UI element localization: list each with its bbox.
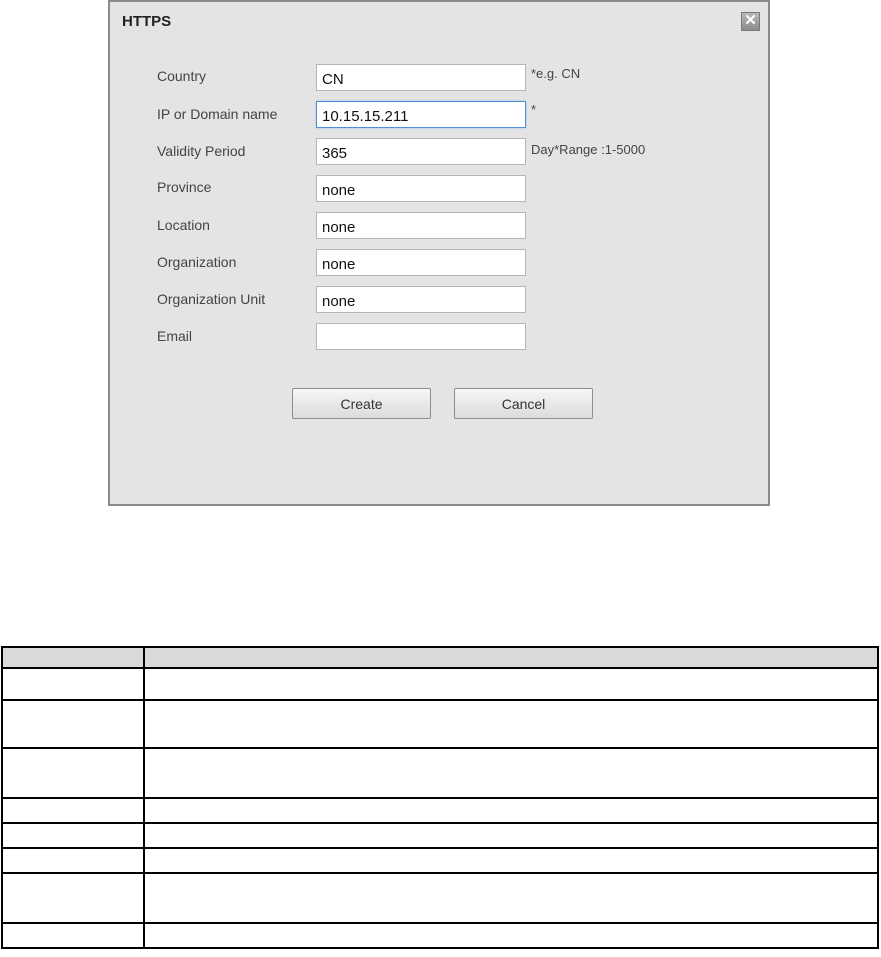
table-header-cell [1, 646, 145, 669]
table-cell [143, 797, 879, 824]
country-hint: *e.g. CN [531, 66, 581, 81]
organization-input[interactable] [316, 249, 526, 276]
table-cell [143, 699, 879, 749]
table-cell [1, 822, 145, 849]
table-row [1, 747, 879, 799]
table-cell [143, 667, 879, 701]
dialog-titlebar: HTTPS ✕ [110, 2, 768, 44]
country-input[interactable] [316, 64, 526, 91]
table-cell [143, 872, 879, 924]
close-button[interactable]: ✕ [741, 12, 760, 31]
province-label: Province [157, 179, 212, 195]
table-row [1, 667, 879, 701]
province-input[interactable] [316, 175, 526, 202]
table-cell [1, 747, 145, 799]
email-label: Email [157, 328, 193, 344]
table-row [1, 797, 879, 824]
email-input[interactable] [316, 323, 526, 350]
country-label: Country [157, 68, 207, 84]
table-cell [1, 667, 145, 701]
validity-period-hint: Day*Range :1-5000 [531, 142, 646, 157]
parameter-table [1, 646, 879, 949]
close-icon: ✕ [744, 12, 757, 29]
table-cell [143, 847, 879, 874]
https-dialog: HTTPS ✕ Country *e.g. CN IP or Domain na… [108, 0, 770, 506]
table-cell [143, 922, 879, 949]
table-row [1, 822, 879, 849]
table-row [1, 699, 879, 749]
table-row [1, 847, 879, 874]
organization-unit-input[interactable] [316, 286, 526, 313]
table-row [1, 922, 879, 949]
organization-unit-label: Organization Unit [157, 291, 266, 307]
dialog-title: HTTPS [122, 13, 172, 30]
organization-label: Organization [157, 254, 237, 270]
table-cell [1, 797, 145, 824]
location-label: Location [157, 217, 210, 233]
table-cell [1, 872, 145, 924]
table-cell [1, 699, 145, 749]
location-input[interactable] [316, 212, 526, 239]
validity-period-input[interactable] [316, 138, 526, 165]
table-cell [1, 847, 145, 874]
validity-period-label: Validity Period [157, 143, 246, 159]
ip-domain-label: IP or Domain name [157, 106, 278, 122]
table-cell [143, 822, 879, 849]
table-header-cell [143, 646, 879, 669]
ip-domain-hint: * [531, 102, 537, 117]
table-row [1, 872, 879, 924]
table-cell [1, 922, 145, 949]
table-header-row [1, 646, 879, 669]
ip-domain-input[interactable] [316, 101, 526, 128]
table-cell [143, 747, 879, 799]
cancel-button[interactable]: Cancel [454, 388, 593, 419]
create-button[interactable]: Create [292, 388, 431, 419]
